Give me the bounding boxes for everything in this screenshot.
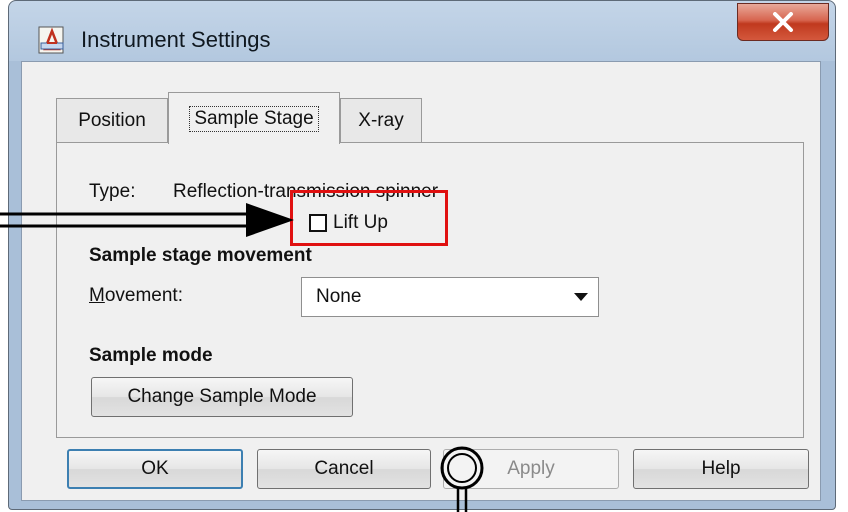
annotation-arrow-overlay xyxy=(0,203,484,512)
pointer-arrow xyxy=(0,203,294,237)
callout-circle-marker xyxy=(440,446,484,512)
tab-sample-stage[interactable]: Sample Stage xyxy=(168,92,340,144)
tab-sample-stage-label: Sample Stage xyxy=(189,105,319,132)
